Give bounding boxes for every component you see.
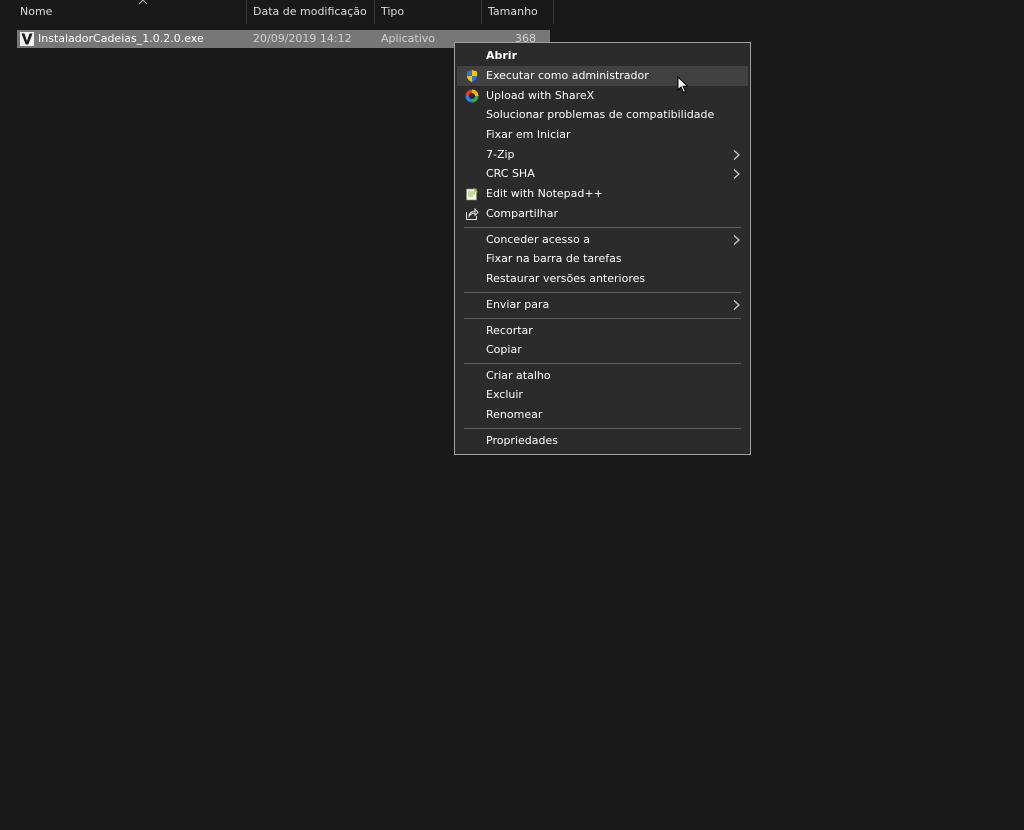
menu-separator (464, 227, 741, 228)
menu-item-delete-label: Excluir (486, 388, 523, 401)
column-header-modified[interactable]: Data de modificação (247, 0, 375, 24)
menu-item-cut-label: Recortar (486, 324, 533, 337)
sort-ascending-icon (138, 0, 148, 5)
file-type: Aplicativo (381, 32, 436, 45)
chevron-right-icon (733, 235, 740, 245)
chevron-right-icon (733, 300, 740, 310)
column-header-type-label: Tipo (381, 5, 405, 18)
menu-item-give-access[interactable]: Conceder acesso a (457, 230, 748, 250)
menu-item-properties[interactable]: Propriedades (457, 431, 748, 451)
menu-item-send-to-label: Enviar para (486, 298, 550, 311)
menu-item-restore-versions-label: Restaurar versões anteriores (486, 272, 646, 285)
menu-item-troubleshoot-label: Solucionar problemas de compatibilidade (486, 108, 715, 121)
uac-shield-icon (467, 70, 477, 82)
sharex-icon (465, 89, 479, 103)
menu-item-rename-label: Renomear (486, 408, 543, 421)
menu-item-run-as-admin[interactable]: Executar como administrador (457, 66, 748, 86)
menu-item-crc-sha-label: CRC SHA (486, 167, 535, 180)
menu-item-upload-sharex[interactable]: Upload with ShareX (457, 86, 748, 106)
menu-item-share-label: Compartilhar (486, 207, 559, 220)
notepad-plus-plus-icon (466, 188, 478, 201)
menu-item-restore-versions[interactable]: Restaurar versões anteriores (457, 269, 748, 289)
menu-item-create-shortcut[interactable]: Criar atalho (457, 366, 748, 386)
menu-item-edit-notepad[interactable]: Edit with Notepad++ (457, 184, 748, 204)
menu-item-copy-label: Copiar (486, 343, 522, 356)
chevron-right-icon (733, 169, 740, 179)
menu-item-rename[interactable]: Renomear (457, 405, 748, 425)
menu-item-share[interactable]: Compartilhar (457, 204, 748, 224)
menu-item-send-to[interactable]: Enviar para (457, 295, 748, 315)
menu-item-pin-start-label: Fixar em Iniciar (486, 128, 571, 141)
menu-separator (464, 428, 741, 429)
menu-item-properties-label: Propriedades (486, 434, 558, 447)
context-menu: Abrir Executar como administrador Upload… (454, 42, 751, 455)
column-header-size[interactable]: Tamanho (482, 0, 554, 24)
chevron-right-icon (733, 150, 740, 160)
menu-item-run-as-admin-label: Executar como administrador (486, 69, 649, 82)
menu-item-cut[interactable]: Recortar (457, 321, 748, 341)
menu-item-upload-sharex-label: Upload with ShareX (486, 89, 595, 102)
menu-item-edit-notepad-label: Edit with Notepad++ (486, 187, 603, 200)
file-name: InstaladorCadeias_1.0.2.0.exe (38, 32, 204, 45)
menu-item-pin-start[interactable]: Fixar em Iniciar (457, 125, 748, 145)
app-v-logo-icon (20, 32, 34, 46)
menu-separator (464, 318, 741, 319)
mouse-pointer-icon (677, 76, 689, 94)
menu-item-copy[interactable]: Copiar (457, 340, 748, 360)
menu-item-pin-taskbar-label: Fixar na barra de tarefas (486, 252, 622, 265)
menu-item-open-label: Abrir (486, 49, 518, 62)
menu-item-give-access-label: Conceder acesso a (486, 233, 590, 246)
column-header-name-label: Nome (20, 5, 53, 18)
menu-item-7zip-label: 7-Zip (486, 148, 515, 161)
column-header-bar: Nome Data de modificação Tipo Tamanho (0, 0, 1024, 24)
column-header-type[interactable]: Tipo (375, 0, 482, 24)
column-header-name[interactable]: Nome (14, 0, 247, 24)
menu-item-delete[interactable]: Excluir (457, 385, 748, 405)
column-header-modified-label: Data de modificação (253, 5, 367, 18)
column-header-size-label: Tamanho (488, 5, 538, 18)
menu-item-7zip[interactable]: 7-Zip (457, 145, 748, 165)
file-modified: 20/09/2019 14:12 (253, 32, 352, 45)
menu-item-troubleshoot[interactable]: Solucionar problemas de compatibilidade (457, 105, 748, 125)
menu-separator (464, 363, 741, 364)
menu-separator (464, 292, 741, 293)
menu-item-crc-sha[interactable]: CRC SHA (457, 164, 748, 184)
menu-item-create-shortcut-label: Criar atalho (486, 369, 551, 382)
menu-item-open[interactable]: Abrir (457, 46, 748, 66)
share-icon (466, 207, 479, 220)
menu-item-pin-taskbar[interactable]: Fixar na barra de tarefas (457, 249, 748, 269)
